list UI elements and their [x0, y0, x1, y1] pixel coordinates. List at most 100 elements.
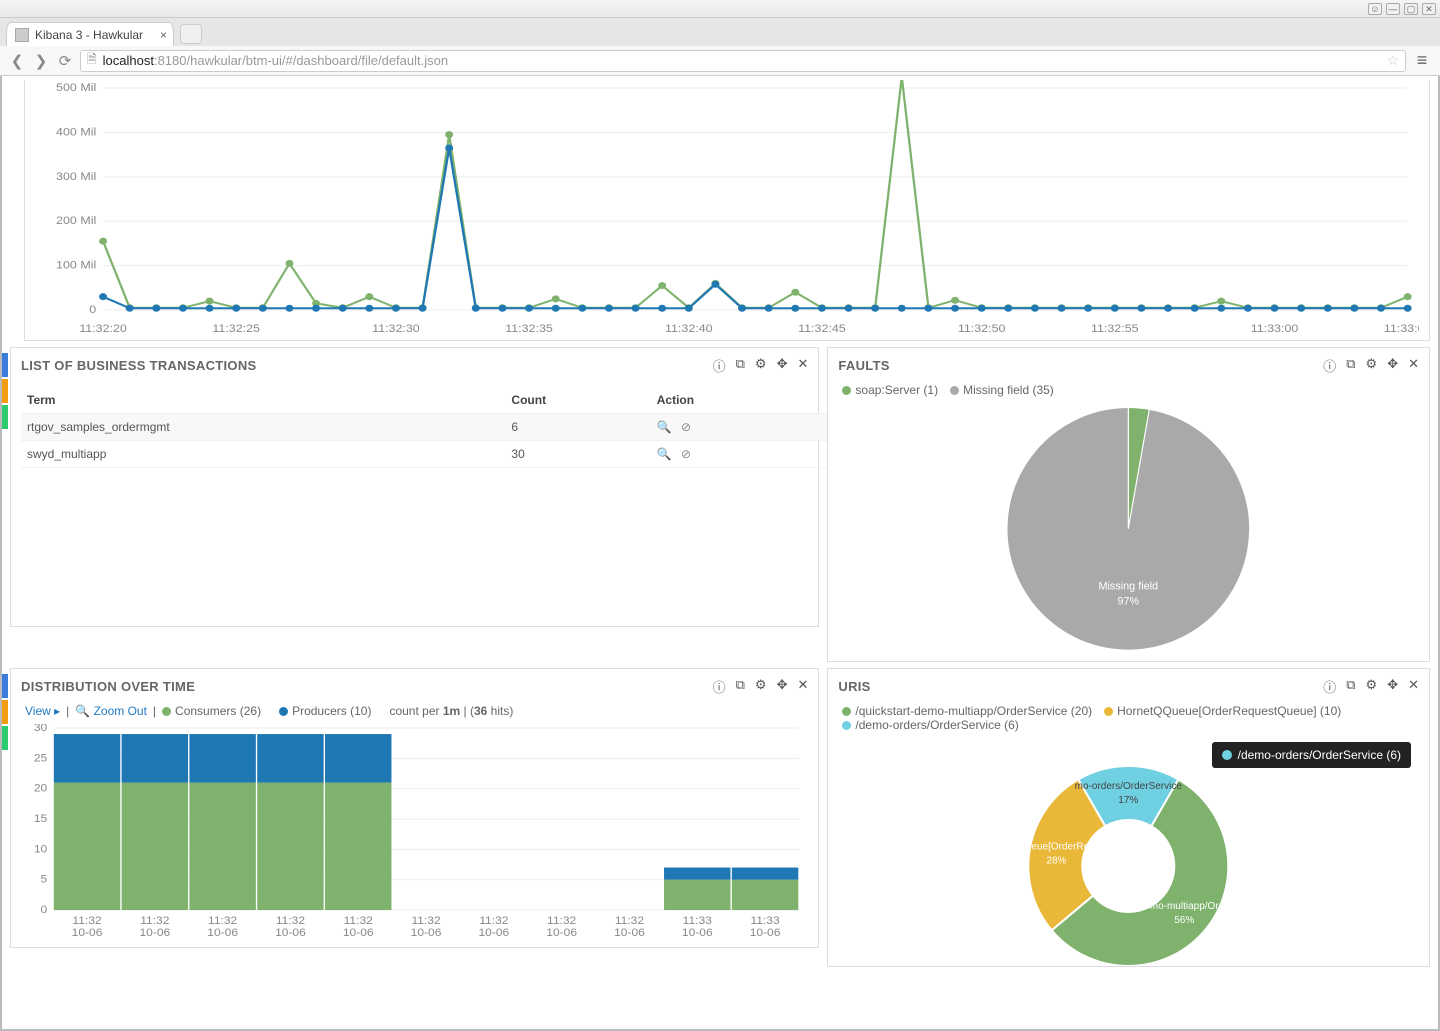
panel-transactions: LIST OF BUSINESS TRANSACTIONS ⓘ ⧉ ⚙ ✥ ✕ … — [10, 347, 819, 627]
svg-text:30: 30 — [34, 724, 47, 734]
url-bar[interactable]: 🗎 localhost:8180/hawkular/btm-ui/#/dashb… — [80, 50, 1406, 72]
panel-title: FAULTS — [838, 358, 889, 373]
new-tab-button[interactable] — [180, 24, 202, 44]
panel-color-tabs — [2, 674, 8, 750]
panel-color-tabs — [2, 353, 8, 429]
close-icon[interactable]: ✕ — [797, 356, 808, 375]
svg-text:10-06: 10-06 — [478, 927, 509, 938]
table-row[interactable]: rtgov_samples_ordermgmt 6 🔍 ⊘ — [21, 414, 828, 441]
th-term[interactable]: Term — [21, 387, 505, 414]
chart-uris-donut[interactable]: mo-multiapp/Or56%Queue[OrderReq28%mo-ord… — [828, 736, 1429, 966]
close-tab-button[interactable]: × — [160, 28, 167, 42]
ban-icon[interactable]: ⊘ — [681, 420, 691, 434]
svg-text:17%: 17% — [1119, 795, 1139, 806]
svg-text:97%: 97% — [1118, 596, 1140, 608]
info-icon[interactable]: ⓘ — [713, 356, 726, 375]
move-icon[interactable]: ✥ — [777, 677, 788, 696]
close-icon[interactable]: ✕ — [1408, 677, 1419, 696]
panel-faults: FAULTS ⓘ ⧉ ⚙ ✥ ✕ soap:Server (1) Missing … — [827, 347, 1430, 662]
svg-text:10-06: 10-06 — [411, 927, 442, 938]
gear-icon[interactable]: ⚙ — [755, 677, 767, 696]
svg-text:11:32: 11:32 — [208, 915, 237, 926]
distribution-toolbar: View ▸ | 🔍 Zoom Out | Consumers (26) Pro… — [11, 704, 818, 724]
move-icon[interactable]: ✥ — [1387, 677, 1398, 696]
svg-text:11:32: 11:32 — [479, 915, 508, 926]
svg-text:10: 10 — [34, 844, 47, 855]
svg-text:10-06: 10-06 — [750, 927, 781, 938]
chart-top-timeseries[interactable]: 0100 Mil200 Mil300 Mil400 Mil500 Mil11:3… — [35, 80, 1419, 340]
th-action: Action — [651, 387, 829, 414]
legend-producers[interactable]: Producers (10) — [279, 704, 371, 718]
table-row[interactable]: swyd_multiapp 30 🔍 ⊘ — [21, 441, 828, 468]
cell-term: rtgov_samples_ordermgmt — [21, 414, 505, 441]
svg-text:11:32:40: 11:32:40 — [665, 323, 713, 335]
close-icon[interactable]: ✕ — [797, 677, 808, 696]
th-count[interactable]: Count — [505, 387, 650, 414]
gear-icon[interactable]: ⚙ — [755, 356, 767, 375]
user-indicator-icon: ☺ — [1368, 3, 1382, 15]
gear-icon[interactable]: ⚙ — [1366, 356, 1378, 375]
svg-text:56%: 56% — [1175, 915, 1195, 926]
maximize-button[interactable]: ▢ — [1404, 3, 1418, 15]
svg-text:10-06: 10-06 — [614, 927, 645, 938]
svg-text:15: 15 — [34, 813, 47, 824]
legend-item[interactable]: /demo-orders/OrderService (6) — [842, 718, 1018, 732]
zoom-out-link[interactable]: 🔍 Zoom Out — [75, 704, 147, 718]
legend-item[interactable]: HornetQQueue[OrderRequestQueue] (10) — [1104, 704, 1341, 718]
move-icon[interactable]: ✥ — [777, 356, 788, 375]
svg-text:11:32:30: 11:32:30 — [372, 323, 420, 335]
countper-label: count per 1m | (36 hits) — [389, 704, 513, 718]
svg-text:11:32:45: 11:32:45 — [798, 323, 846, 335]
close-window-button[interactable]: ✕ — [1422, 3, 1436, 15]
back-button[interactable]: ❮ — [8, 52, 26, 70]
move-icon[interactable]: ✥ — [1387, 356, 1398, 375]
svg-text:28%: 28% — [1047, 855, 1067, 866]
copy-icon[interactable]: ⧉ — [736, 677, 745, 696]
dashboard-page: 0100 Mil200 Mil300 Mil400 Mil500 Mil11:3… — [2, 76, 1438, 1029]
copy-icon[interactable]: ⧉ — [1346, 356, 1355, 375]
search-icon[interactable]: 🔍 — [657, 420, 672, 434]
svg-text:500 Mil: 500 Mil — [56, 82, 96, 94]
svg-text:11:32: 11:32 — [140, 915, 169, 926]
chart-distribution-bar[interactable]: 05101520253011:3210-0611:3210-0611:3210-… — [21, 724, 808, 944]
copy-icon[interactable]: ⧉ — [736, 356, 745, 375]
forward-button[interactable]: ❯ — [32, 52, 50, 70]
browser-tab-active[interactable]: Kibana 3 - Hawkular × — [6, 22, 174, 46]
transactions-table: Term Count Action rtgov_samples_ordermgm… — [21, 387, 828, 468]
uris-legend: /quickstart-demo-multiapp/OrderService (… — [828, 704, 1429, 736]
tab-title: Kibana 3 - Hawkular — [35, 28, 143, 42]
info-icon[interactable]: ⓘ — [1323, 356, 1336, 375]
svg-text:20: 20 — [34, 783, 47, 794]
svg-text:11:33:00: 11:33:00 — [1251, 323, 1299, 335]
legend-consumers[interactable]: Consumers (26) — [162, 704, 261, 718]
legend-item[interactable]: Missing field (35) — [950, 383, 1054, 397]
panel-uris: URIS ⓘ ⧉ ⚙ ✥ ✕ /quickstart-demo-multiapp… — [827, 668, 1430, 967]
info-icon[interactable]: ⓘ — [1323, 677, 1336, 696]
svg-text:100 Mil: 100 Mil — [56, 259, 96, 271]
cell-term: swyd_multiapp — [21, 441, 505, 468]
panel-toolbar: ⓘ ⧉ ⚙ ✥ ✕ — [713, 356, 809, 375]
svg-text:11:32:55: 11:32:55 — [1091, 323, 1139, 335]
browser-nav-bar: ❮ ❯ ⟳ 🗎 localhost:8180/hawkular/btm-ui/#… — [0, 46, 1440, 76]
info-icon[interactable]: ⓘ — [713, 677, 726, 696]
search-icon[interactable]: 🔍 — [657, 447, 672, 461]
svg-text:10-06: 10-06 — [207, 927, 238, 938]
legend-item[interactable]: /quickstart-demo-multiapp/OrderService (… — [842, 704, 1092, 718]
bookmark-star-icon[interactable]: ☆ — [1386, 52, 1399, 69]
favicon-icon — [15, 28, 29, 42]
svg-text:5: 5 — [41, 874, 48, 885]
gear-icon[interactable]: ⚙ — [1366, 677, 1378, 696]
reload-button[interactable]: ⟳ — [56, 52, 74, 70]
legend-item[interactable]: soap:Server (1) — [842, 383, 938, 397]
chart-faults-pie[interactable]: Missing field97% — [828, 401, 1429, 661]
minimize-button[interactable]: — — [1386, 3, 1400, 15]
cell-action: 🔍 ⊘ — [651, 414, 829, 441]
close-icon[interactable]: ✕ — [1408, 356, 1419, 375]
ban-icon[interactable]: ⊘ — [681, 447, 691, 461]
copy-icon[interactable]: ⧉ — [1346, 677, 1355, 696]
svg-text:11:32:35: 11:32:35 — [505, 323, 553, 335]
view-link[interactable]: View ▸ — [25, 704, 60, 718]
hamburger-menu-button[interactable]: ≡ — [1412, 50, 1432, 71]
panel-title: LIST OF BUSINESS TRANSACTIONS — [21, 358, 257, 373]
svg-text:11:32:50: 11:32:50 — [958, 323, 1006, 335]
